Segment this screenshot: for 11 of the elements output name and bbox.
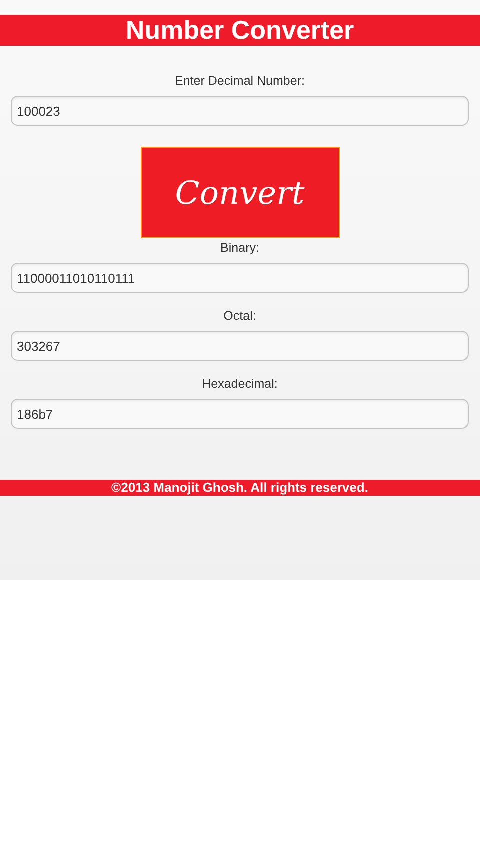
- result-field[interactable]: 11000011010110111: [11, 263, 469, 293]
- convert-button[interactable]: Convert: [140, 147, 340, 238]
- result-field[interactable]: 186b7: [11, 399, 469, 429]
- page-title: Number Converter: [0, 15, 480, 46]
- field-label: Enter Decimal Number:: [175, 74, 305, 88]
- decimal-input-field[interactable]: 100023: [11, 96, 469, 126]
- field-label: Octal:: [224, 309, 256, 323]
- copyright-text: ©2013 Manojit Ghosh. All rights reserved.: [0, 480, 480, 496]
- field-label: Hexadecimal:: [202, 377, 278, 391]
- result-field[interactable]: 303267: [11, 331, 469, 361]
- field-label: Binary:: [220, 241, 260, 255]
